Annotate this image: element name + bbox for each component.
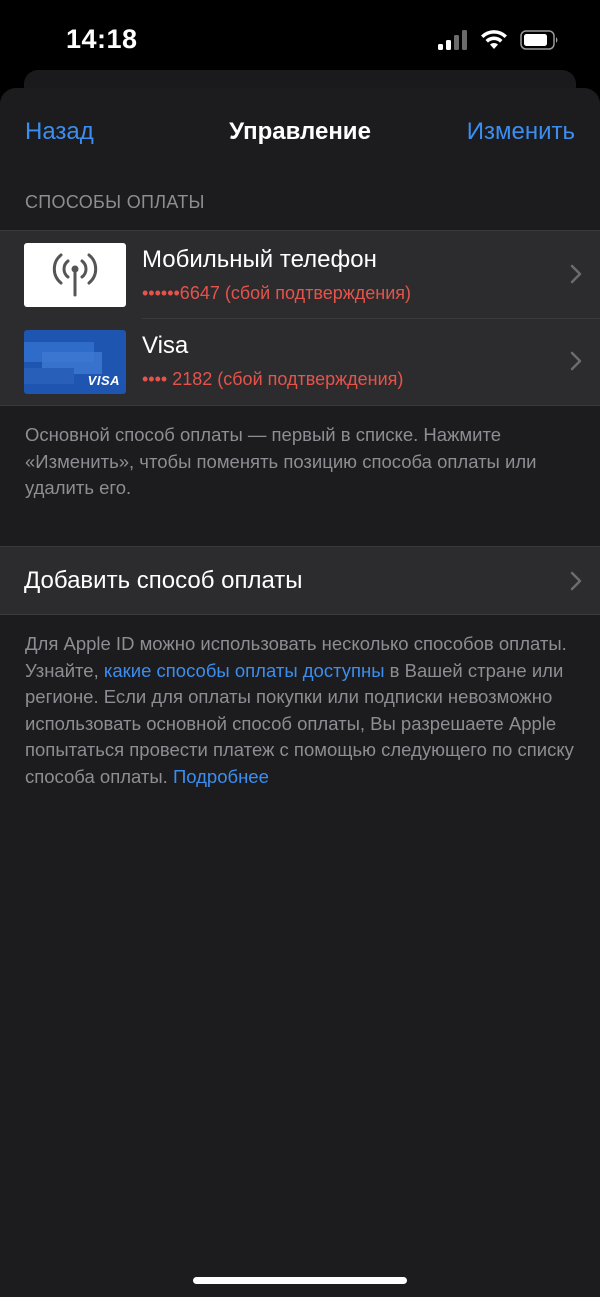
battery-icon [520,30,558,50]
available-methods-link[interactable]: какие способы оплаты доступны [104,660,385,681]
antenna-icon [24,243,126,307]
chevron-right-icon [570,351,582,371]
info-text: Для Apple ID можно использовать нескольк… [25,631,575,790]
card-stripe [24,368,74,384]
add-payment-method-label: Добавить способ оплаты [24,567,303,594]
navigation-bar: Назад Управление Изменить [0,88,600,178]
payment-method-title: Visa [142,332,189,359]
payment-method-mobile[interactable]: Мобильный телефон ••••••6647 (сбой подтв… [0,231,600,318]
antenna-glyph [52,253,98,297]
payment-method-status: ••••••6647 (сбой подтверждения) [142,283,412,303]
wifi-icon [481,30,507,49]
chevron-right-icon [570,264,582,284]
payment-management-sheet: Назад Управление Изменить СПОСОБЫ ОПЛАТЫ… [0,88,600,1297]
chevron-right-icon [570,571,582,591]
signal-icon [438,30,468,50]
payment-methods-list: Мобильный телефон ••••••6647 (сбой подтв… [0,230,600,406]
visa-logo: VISA [87,373,120,388]
status-bar: 14:18 [0,0,600,80]
visa-card-icon: VISA [24,330,126,394]
payment-methods-footer: Основной способ оплаты — первый в списке… [25,424,537,498]
add-payment-method-row[interactable]: Добавить способ оплаты [0,546,600,615]
status-time: 14:18 [66,24,138,54]
home-indicator[interactable] [193,1277,407,1284]
learn-more-link[interactable]: Подробнее [173,766,269,787]
edit-button[interactable]: Изменить [467,118,575,146]
payment-method-status: •••• 2182 (сбой подтверждения) [142,369,404,389]
status-icons [400,28,560,52]
payment-method-visa[interactable]: VISA Visa •••• 2182 (сбой подтверждения) [0,319,600,406]
payment-methods-header: СПОСОБЫ ОПЛАТЫ [25,192,205,212]
payment-method-title: Мобильный телефон [142,246,377,273]
